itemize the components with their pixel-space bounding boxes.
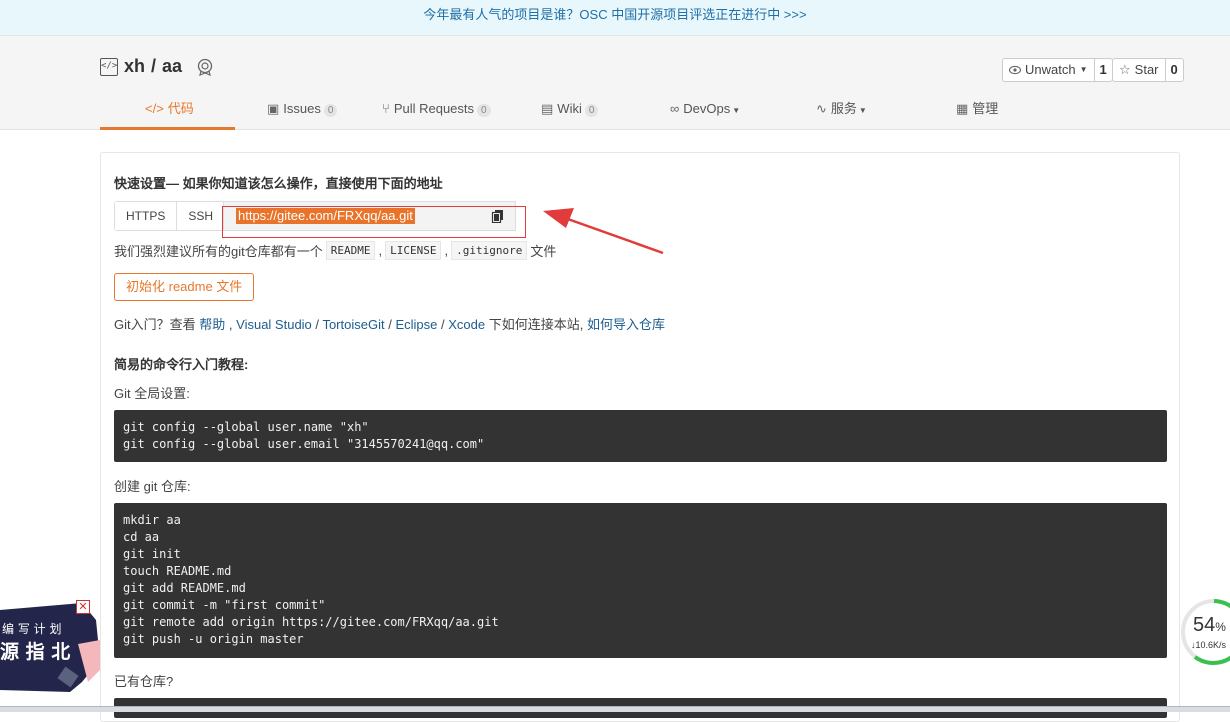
gitignore-code: .gitignore xyxy=(451,241,528,260)
eye-icon xyxy=(1009,65,1021,75)
code-icon: </> xyxy=(145,101,164,116)
create-repo-code: mkdir aa cd aa git init touch README.md … xyxy=(114,503,1167,658)
tab-pull-requests[interactable]: ⑂ Pull Requests 0 xyxy=(382,94,491,130)
announcement-banner[interactable]: 今年最有人气的项目是谁？OSC 中国开源项目评选正在进行中 >>> xyxy=(0,0,1230,36)
service-icon: ∿ xyxy=(816,101,827,116)
devops-icon: ∞ xyxy=(670,101,680,116)
tab-manage[interactable]: ▦ 管理 xyxy=(956,94,998,130)
tab-code-label: 代码 xyxy=(167,101,194,116)
caret-down-icon: ▼ xyxy=(858,106,867,115)
comma: , xyxy=(378,243,383,258)
create-repo-label: 创建 git 仓库: xyxy=(114,479,191,494)
tab-wiki-label: Wiki xyxy=(557,101,582,116)
speed-percent-value: 54 xyxy=(1193,614,1216,636)
speed-percent: 54% xyxy=(1193,614,1226,637)
tab-issues[interactable]: ▣ Issues 0 xyxy=(267,94,338,130)
slash: / xyxy=(388,317,392,332)
caret-down-icon: ▼ xyxy=(732,106,741,115)
watch-control: Unwatch ▼ 1 xyxy=(1002,58,1113,82)
repo-name-link[interactable]: aa xyxy=(162,56,182,77)
recommend-suffix: 文件 xyxy=(530,244,557,259)
promo-line1: 编 写 计 划 xyxy=(2,621,61,636)
tutorial-title: 简易的命令行入门教程: xyxy=(114,357,249,372)
speed-rate: ↓10.6K/s xyxy=(1191,640,1227,650)
init-readme-button[interactable]: 初始化 readme 文件 xyxy=(114,273,255,301)
ssh-button[interactable]: SSH xyxy=(176,202,225,230)
protocol-switch: HTTPS SSH xyxy=(114,201,226,231)
tab-pull-requests-count: 0 xyxy=(477,104,491,117)
tab-devops[interactable]: ∞ DevOps ▼ xyxy=(670,94,740,130)
tortoisegit-link[interactable]: TortoiseGit xyxy=(322,317,384,332)
tab-issues-label: Issues xyxy=(283,101,321,116)
tab-devops-label: DevOps xyxy=(683,101,731,116)
tab-issues-count: 0 xyxy=(323,104,338,117)
wiki-icon: ▤ xyxy=(541,101,554,116)
help-mid: 下如何连接本站, xyxy=(488,317,584,332)
promo-line2: 源 指 北 xyxy=(0,640,70,663)
tab-wiki[interactable]: ▤ Wiki 0 xyxy=(541,94,599,130)
readme-code: README xyxy=(325,241,376,260)
tab-code[interactable]: </> 代码 xyxy=(145,94,194,130)
tab-manage-label: 管理 xyxy=(972,101,999,116)
repo-header: </> xh / aa Unwatch ▼ 1 ☆ Star 0 </> 代码 ▣… xyxy=(0,36,1230,130)
unwatch-button[interactable]: Unwatch ▼ xyxy=(1003,59,1094,81)
slash: / xyxy=(441,317,445,332)
tab-pull-requests-label: Pull Requests xyxy=(393,101,475,116)
visual-studio-link[interactable]: Visual Studio xyxy=(236,317,312,332)
repo-owner-link[interactable]: xh xyxy=(124,56,145,77)
tab-wiki-count: 0 xyxy=(584,104,599,117)
quick-setup-title: 快速设置— 如果你知道该怎么操作，直接使用下面的地址 xyxy=(114,176,443,191)
help-prefix: Git入门？查看 xyxy=(114,317,196,332)
https-button[interactable]: HTTPS xyxy=(115,202,177,230)
promo-close-button[interactable]: ✕ xyxy=(76,600,90,614)
star-label: Star xyxy=(1134,62,1159,77)
repo-tabs: </> 代码 ▣ Issues 0 ⑂ Pull Requests 0 ▤ Wiki 0 ∞ D… xyxy=(100,94,1180,130)
caret-down-icon: ▼ xyxy=(1079,65,1088,74)
quick-setup-panel: 快速设置— 如果你知道该怎么操作，直接使用下面的地址 HTTPS SSH htt… xyxy=(100,152,1180,722)
slash: / xyxy=(315,317,320,332)
comma: , xyxy=(444,243,449,258)
announcement-link[interactable]: 今年最有人气的项目是谁？OSC 中国开源项目评选正在进行中 >>> xyxy=(423,7,806,22)
recommend-text: 我们强烈建议所有的git仓库都有一个 README, LICENSE, .git… xyxy=(114,241,556,260)
repo-code-icon: </> xyxy=(100,57,118,76)
tab-service[interactable]: ∿ 服务 ▼ xyxy=(816,94,867,130)
tab-service-label: 服务 xyxy=(830,101,857,116)
star-button[interactable]: ☆ Star xyxy=(1113,59,1165,81)
global-settings-code: git config --global user.name "xh" git c… xyxy=(114,410,1167,462)
existing-repo-label: 已有仓库? xyxy=(114,674,174,689)
comma: , xyxy=(228,317,233,332)
unwatch-label: Unwatch xyxy=(1025,62,1076,77)
star-count[interactable]: 0 xyxy=(1164,59,1183,81)
active-tab-indicator xyxy=(100,127,235,130)
issues-icon: ▣ xyxy=(267,101,280,116)
manage-icon: ▦ xyxy=(956,101,969,116)
star-control: ☆ Star 0 xyxy=(1112,58,1184,82)
global-settings-label: Git 全局设置: xyxy=(114,386,190,401)
repo-title: </> xh / aa xyxy=(100,56,214,77)
help-link[interactable]: 帮助 xyxy=(199,317,225,332)
percent-sign: % xyxy=(1215,620,1226,634)
pull-request-icon: ⑂ xyxy=(382,101,390,116)
badge-icon[interactable] xyxy=(196,58,214,76)
eclipse-link[interactable]: Eclipse xyxy=(395,317,437,332)
watch-count[interactable]: 1 xyxy=(1093,59,1112,81)
license-code: LICENSE xyxy=(385,241,442,260)
help-line: Git入门？查看 帮助 , Visual Studio / TortoiseGi… xyxy=(114,314,665,333)
annotation-highlight-box xyxy=(222,206,526,238)
taskbar-strip xyxy=(0,706,1230,712)
xcode-link[interactable]: Xcode xyxy=(448,317,485,332)
repo-separator: / xyxy=(151,56,157,76)
star-icon: ☆ xyxy=(1119,62,1131,77)
recommend-prefix: 我们强烈建议所有的git仓库都有一个 xyxy=(114,244,323,259)
import-repo-link[interactable]: 如何导入仓库 xyxy=(587,317,665,332)
